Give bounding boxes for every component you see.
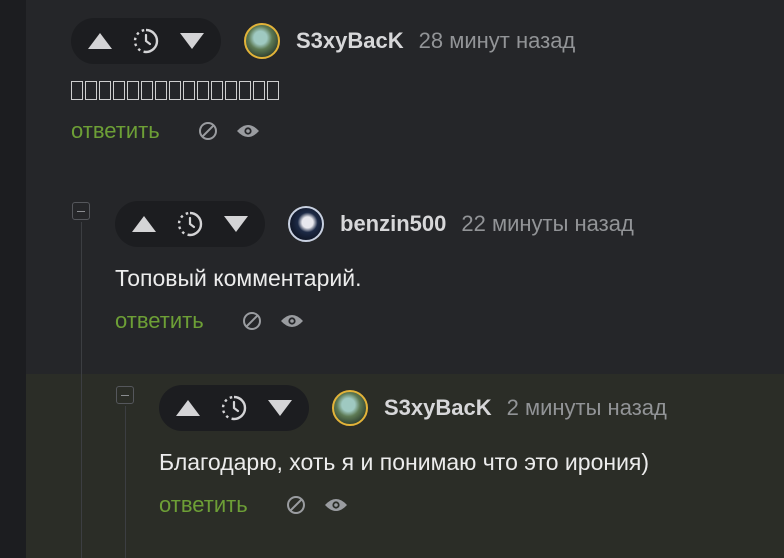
eye-icon[interactable] xyxy=(324,493,348,517)
vote-timer-button[interactable] xyxy=(131,26,161,56)
comment-header: S3xyBacK 28 минут назад xyxy=(71,18,575,64)
comment-text: Топовый комментарий. xyxy=(115,265,362,291)
block-icon[interactable] xyxy=(240,309,264,333)
triangle-up-icon xyxy=(176,400,200,416)
comment-actions: ответить xyxy=(159,492,667,518)
username[interactable]: benzin500 xyxy=(340,211,446,237)
username[interactable]: S3xyBacK xyxy=(384,395,492,421)
downvote-button[interactable] xyxy=(265,393,295,423)
vote-widget xyxy=(115,201,265,247)
vote-timer-button[interactable] xyxy=(175,209,205,239)
thread-line xyxy=(81,222,82,558)
comment: S3xyBacK 28 минут назад ответить xyxy=(71,18,575,144)
comment: S3xyBacK 2 минуты назад Благодарю, хоть … xyxy=(159,385,667,518)
eye-icon[interactable] xyxy=(236,119,260,143)
triangle-down-icon xyxy=(268,400,292,416)
reply-link[interactable]: ответить xyxy=(159,492,248,518)
vote-timer-button[interactable] xyxy=(219,393,249,423)
username[interactable]: S3xyBacK xyxy=(296,28,404,54)
downvote-button[interactable] xyxy=(221,209,251,239)
timestamp[interactable]: 28 минут назад xyxy=(419,28,576,54)
avatar[interactable] xyxy=(332,390,368,426)
avatar[interactable] xyxy=(244,23,280,59)
comment-actions: ответить xyxy=(71,118,575,144)
upvote-button[interactable] xyxy=(129,209,159,239)
clock-timer-icon xyxy=(177,211,203,237)
block-icon[interactable] xyxy=(284,493,308,517)
collapse-button[interactable] xyxy=(116,386,134,404)
vote-widget xyxy=(159,385,309,431)
comment: benzin500 22 минуты назад Топовый коммен… xyxy=(115,201,634,334)
comment-text: Благодарю, хоть я и понимаю что это ирон… xyxy=(159,449,650,475)
comment-header: benzin500 22 минуты назад xyxy=(115,201,634,247)
triangle-up-icon xyxy=(88,33,112,49)
downvote-button[interactable] xyxy=(177,26,207,56)
upvote-button[interactable] xyxy=(85,26,115,56)
timestamp[interactable]: 2 минуты назад xyxy=(507,395,667,421)
clock-timer-icon xyxy=(133,28,159,54)
vote-widget xyxy=(71,18,221,64)
eye-icon[interactable] xyxy=(280,309,304,333)
triangle-up-icon xyxy=(132,216,156,232)
triangle-down-icon xyxy=(180,33,204,49)
timestamp[interactable]: 22 минуты назад xyxy=(461,211,633,237)
upvote-button[interactable] xyxy=(173,393,203,423)
left-strip xyxy=(0,0,26,558)
comment-header: S3xyBacK 2 минуты назад xyxy=(159,385,667,431)
comment-text xyxy=(71,78,575,102)
clock-timer-icon xyxy=(221,395,247,421)
collapse-button[interactable] xyxy=(72,202,90,220)
triangle-down-icon xyxy=(224,216,248,232)
reply-link[interactable]: ответить xyxy=(71,118,160,144)
comment-actions: ответить xyxy=(115,308,634,334)
thread-line xyxy=(125,406,126,558)
avatar[interactable] xyxy=(288,206,324,242)
block-icon[interactable] xyxy=(196,119,220,143)
reply-link[interactable]: ответить xyxy=(115,308,204,334)
